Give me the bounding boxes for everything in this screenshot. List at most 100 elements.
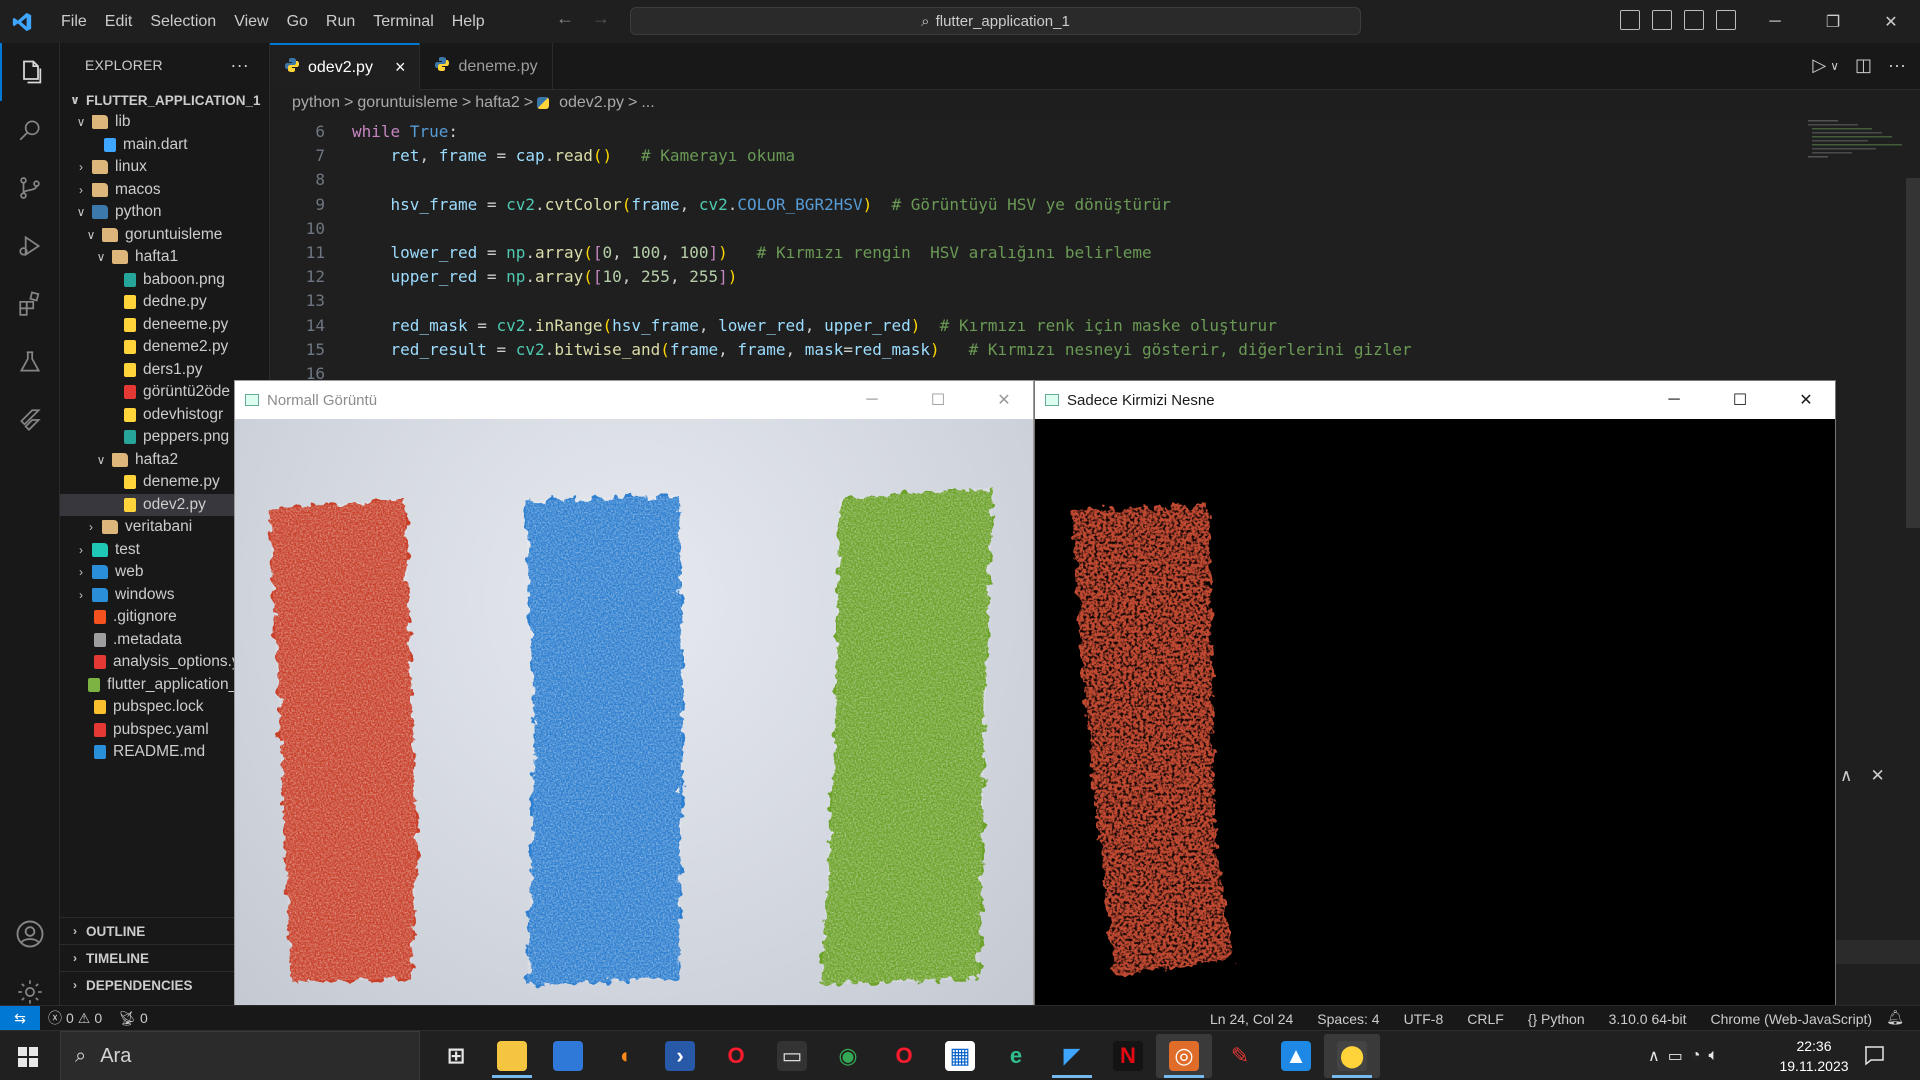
task-view-taskbar-icon[interactable]: ⊞ (428, 1034, 484, 1078)
battery-icon[interactable]: ▭ (1668, 1046, 1683, 1066)
split-editor-icon[interactable]: ◫ (1855, 55, 1872, 76)
restore-button[interactable]: ❐ (1804, 0, 1862, 43)
maximize-button[interactable]: ☐ (909, 381, 967, 419)
python-taskbar-icon[interactable]: ⬤ (1324, 1034, 1380, 1078)
status-item[interactable]: Chrome (Web-JavaScript) (1710, 1011, 1872, 1027)
explorer-icon[interactable] (0, 43, 60, 101)
tab-deneme[interactable]: deneme.py (420, 43, 553, 90)
chevron-down-icon[interactable]: ∨ (1830, 59, 1839, 76)
menu-terminal[interactable]: Terminal (364, 0, 442, 43)
tree-item[interactable]: baboon.png (60, 269, 270, 292)
minimize-button[interactable]: ─ (1645, 381, 1703, 419)
command-center-search[interactable]: ⌕ flutter_application_1 (630, 7, 1361, 35)
mail-taskbar-icon[interactable] (540, 1034, 596, 1078)
breadcrumb-item[interactable]: odev2.py (559, 94, 624, 112)
tab-odev2[interactable]: odev2.py × (270, 43, 421, 90)
flutter-icon[interactable] (0, 391, 60, 449)
status-item[interactable]: {} Python (1528, 1011, 1585, 1027)
run-debug-icon[interactable] (0, 217, 60, 275)
opera-gx-taskbar-icon[interactable]: O (876, 1034, 932, 1078)
tree-item[interactable]: ∨ lib (60, 111, 270, 134)
breadcrumb-item[interactable]: ... (641, 94, 654, 112)
powershell-taskbar-icon[interactable]: › (652, 1034, 708, 1078)
photos-taskbar-icon[interactable]: ▲ (1268, 1034, 1324, 1078)
tree-item[interactable]: main.dart (60, 134, 270, 157)
breadcrumb-item[interactable]: hafta2 (475, 94, 519, 112)
toggle-secondary-sidebar-icon[interactable] (1684, 10, 1704, 30)
menu-help[interactable]: Help (443, 0, 494, 43)
opera-taskbar-icon[interactable]: O (708, 1034, 764, 1078)
close-button[interactable]: ✕ (975, 381, 1033, 419)
taskbar-clock[interactable]: 22:36 19.11.2023 (1764, 1036, 1864, 1076)
terminal-scrollbar[interactable] (1836, 940, 1920, 964)
vscode-taskbar-icon[interactable]: ◤ (1044, 1034, 1100, 1078)
normal-image-window[interactable]: Normall Görüntü ─ ☐ ✕ (234, 380, 1034, 1018)
volume-icon[interactable]: 🔈︎ (1709, 1047, 1719, 1065)
status-item[interactable]: CRLF (1467, 1011, 1504, 1027)
minimap[interactable] (1806, 118, 1906, 178)
status-item[interactable]: Spaces: 4 (1317, 1011, 1379, 1027)
tree-item[interactable]: ders1.py (60, 359, 270, 382)
project-root[interactable]: ∨ FLUTTER_APPLICATION_1 (60, 87, 269, 113)
store-taskbar-icon[interactable]: ▦ (932, 1034, 988, 1078)
maximize-button[interactable]: ☐ (1711, 381, 1769, 419)
terminal-taskbar-icon[interactable]: ▭ (764, 1034, 820, 1078)
breadcrumb-item[interactable]: goruntuisleme (357, 94, 458, 112)
tree-item[interactable]: › linux (60, 156, 270, 179)
extensions-icon[interactable] (0, 275, 60, 333)
menu-go[interactable]: Go (278, 0, 317, 43)
red-mask-window[interactable]: Sadece Kirmizi Nesne ─ ☐ ✕ (1034, 380, 1836, 1018)
status-item[interactable]: Ln 24, Col 24 (1210, 1011, 1293, 1027)
forward-arrow-icon[interactable]: → (592, 8, 610, 29)
tree-item[interactable]: ∨ hafta1 (60, 246, 270, 269)
edge-taskbar-icon[interactable]: e (988, 1034, 1044, 1078)
chrome-taskbar-icon[interactable]: ◉ (820, 1034, 876, 1078)
paint-app-taskbar-icon[interactable]: ✎ (1212, 1034, 1268, 1078)
start-windows-icon[interactable] (10, 1039, 46, 1075)
tree-item[interactable]: deneeme.py (60, 314, 270, 337)
notifications-bell-icon[interactable]: 🔔︎ (1886, 1009, 1904, 1026)
minimize-button[interactable]: ─ (843, 381, 901, 419)
close-panel-icon[interactable]: ✕ (1870, 766, 1884, 786)
toggle-panel-icon[interactable] (1652, 10, 1672, 30)
search-icon[interactable] (0, 101, 60, 159)
netflix-taskbar-icon[interactable]: N (1100, 1034, 1156, 1078)
remote-indicator-icon[interactable]: ⇆ (0, 1005, 40, 1031)
more-actions-icon[interactable]: ··· (1888, 55, 1906, 76)
minimize-button[interactable]: ─ (1746, 0, 1804, 43)
status-item[interactable]: UTF-8 (1404, 1011, 1444, 1027)
status-item[interactable]: 3.10.0 64-bit (1609, 1011, 1687, 1027)
customize-layout-icon[interactable] (1716, 10, 1736, 30)
wifi-icon[interactable]: ◔ (1691, 1047, 1701, 1065)
editor-scrollbar[interactable] (1906, 178, 1920, 528)
tree-item[interactable]: deneme2.py (60, 336, 270, 359)
more-actions-icon[interactable]: ··· (230, 55, 249, 76)
problems-indicator[interactable]: ⓧ 0 ⚠ 0 (40, 1008, 110, 1028)
menu-run[interactable]: Run (317, 0, 364, 43)
media-app-taskbar-icon[interactable]: ◎ (1156, 1034, 1212, 1078)
tree-item[interactable]: › macos (60, 179, 270, 202)
tree-item[interactable]: dedne.py (60, 291, 270, 314)
breadcrumb-item[interactable]: python (292, 94, 340, 112)
menu-file[interactable]: File (52, 0, 96, 43)
close-button[interactable]: ✕ (1777, 381, 1835, 419)
back-arrow-icon[interactable]: ← (556, 8, 574, 29)
tree-item[interactable]: ∨ goruntuisleme (60, 224, 270, 247)
testing-icon[interactable] (0, 333, 60, 391)
tab-close-icon[interactable]: × (395, 57, 406, 78)
ports-indicator[interactable]: 📡︎ 0 (110, 1010, 156, 1027)
menu-view[interactable]: View (225, 0, 277, 43)
menu-edit[interactable]: Edit (96, 0, 142, 43)
notification-center-icon[interactable] (1862, 1043, 1886, 1072)
maximize-panel-icon[interactable]: ∧ (1840, 766, 1852, 786)
run-python-file-icon[interactable]: ▷ (1812, 55, 1826, 76)
toggle-sidebar-icon[interactable] (1620, 10, 1640, 30)
file-explorer-taskbar-icon[interactable] (484, 1034, 540, 1078)
account-icon[interactable] (0, 905, 60, 963)
tray-overflow-icon[interactable]: ∧ (1648, 1046, 1660, 1066)
close-button[interactable]: ✕ (1862, 0, 1920, 43)
source-control-icon[interactable] (0, 159, 60, 217)
tree-item[interactable]: ∨ python (60, 201, 270, 224)
sublime-like-taskbar-icon[interactable]: ◖ (596, 1034, 652, 1078)
menu-selection[interactable]: Selection (141, 0, 225, 43)
